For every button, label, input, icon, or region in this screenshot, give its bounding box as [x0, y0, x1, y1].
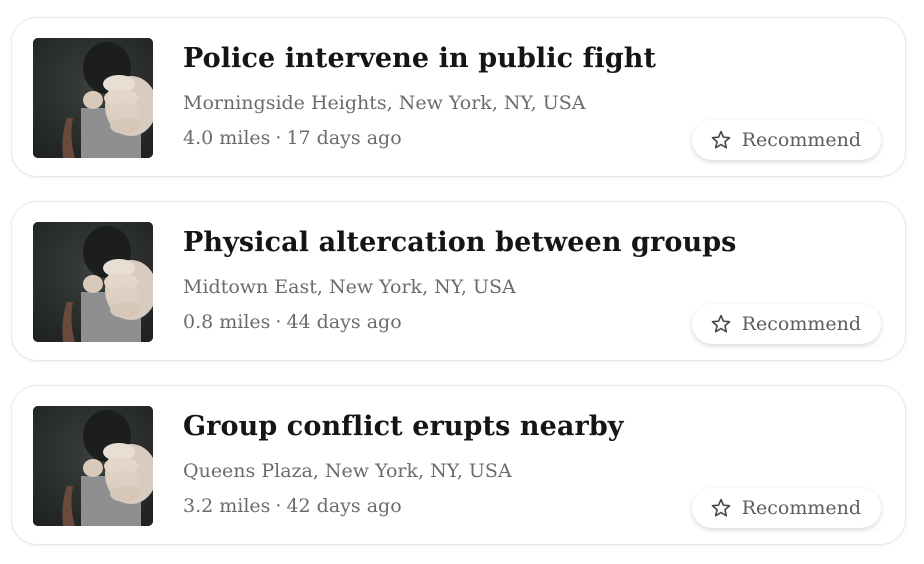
fist-photo-image	[33, 222, 153, 342]
incident-age: 42 days ago	[286, 495, 402, 517]
incident-distance: 0.8 miles	[183, 311, 271, 333]
incident-location: Midtown East, New York, NY, USA	[183, 276, 516, 298]
incident-card[interactable]: Physical altercation between groups Midt…	[11, 201, 906, 361]
star-outline-icon	[711, 130, 731, 149]
incident-card[interactable]: Group conflict erupts nearby Queens Plaz…	[11, 385, 906, 545]
recommend-button[interactable]: Recommend	[691, 488, 881, 528]
recommend-label: Recommend	[741, 497, 861, 519]
fist-photo-image	[33, 406, 153, 526]
recommend-label: Recommend	[741, 313, 861, 335]
incident-location: Morningside Heights, New York, NY, USA	[183, 92, 586, 114]
incident-meta: 3.2 miles · 42 days ago	[183, 495, 402, 517]
recommend-button[interactable]: Recommend	[691, 120, 881, 160]
incident-distance: 3.2 miles	[183, 495, 271, 517]
incident-distance: 4.0 miles	[183, 127, 271, 149]
incident-location: Queens Plaza, New York, NY, USA	[183, 460, 512, 482]
incident-meta: 4.0 miles · 17 days ago	[183, 127, 402, 149]
incident-title[interactable]: Police intervene in public fight	[183, 43, 656, 74]
incident-age: 17 days ago	[286, 127, 402, 149]
meta-separator: ·	[275, 495, 282, 517]
recommend-label: Recommend	[741, 129, 861, 151]
meta-separator: ·	[275, 127, 282, 149]
star-outline-icon	[711, 314, 731, 333]
incident-title[interactable]: Physical altercation between groups	[183, 227, 736, 258]
star-outline-icon	[711, 498, 731, 517]
recommend-button[interactable]: Recommend	[691, 304, 881, 344]
meta-separator: ·	[275, 311, 282, 333]
incident-thumbnail[interactable]	[33, 38, 153, 158]
incident-thumbnail[interactable]	[33, 406, 153, 526]
incident-list: Police intervene in public fight Morning…	[0, 0, 924, 564]
fist-photo-image	[33, 38, 153, 158]
incident-meta: 0.8 miles · 44 days ago	[183, 311, 402, 333]
incident-age: 44 days ago	[286, 311, 402, 333]
incident-card[interactable]: Police intervene in public fight Morning…	[11, 17, 906, 177]
incident-title[interactable]: Group conflict erupts nearby	[183, 411, 624, 442]
incident-thumbnail[interactable]	[33, 222, 153, 342]
